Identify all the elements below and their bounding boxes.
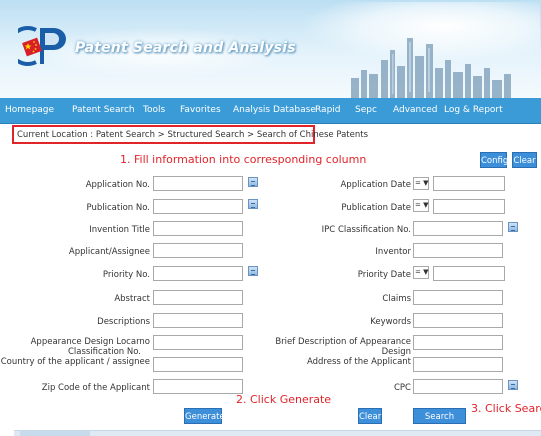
priority-date-operator[interactable]: = ▼ bbox=[413, 266, 429, 279]
priority-date-input[interactable] bbox=[433, 266, 505, 281]
brief-description-input[interactable] bbox=[413, 335, 503, 350]
country-applicant-input[interactable] bbox=[153, 357, 243, 372]
label-address-applicant: Address of the Applicant bbox=[306, 357, 411, 367]
label-abstract: Abstract bbox=[114, 294, 150, 304]
nav-rapid[interactable]: Rapid bbox=[315, 105, 341, 115]
label-invention-title: Invention Title bbox=[89, 225, 150, 235]
address-applicant-input[interactable] bbox=[413, 357, 503, 372]
label-application-no: Application No. bbox=[85, 180, 150, 190]
label-application-date: Application Date bbox=[340, 180, 411, 190]
label-inventor: Inventor bbox=[375, 247, 411, 257]
search-button[interactable]: Search bbox=[413, 408, 466, 424]
label-brief-description: Brief Description of Appearance bbox=[275, 337, 411, 347]
calendar-icon[interactable] bbox=[248, 177, 258, 187]
label-zip-code: Zip Code of the Applicant bbox=[41, 383, 150, 393]
publication-date-operator[interactable]: = ▼ bbox=[413, 199, 429, 212]
breadcrumb: Current Location : Patent Search > Struc… bbox=[12, 125, 368, 144]
label-country-applicant: Country of the applicant / assignee bbox=[0, 357, 150, 367]
nav-tools[interactable]: Tools bbox=[143, 105, 165, 115]
label-brief-description-2: Design bbox=[381, 347, 411, 357]
label-publication-no: Publication No. bbox=[86, 203, 150, 213]
config-button[interactable]: Config bbox=[480, 152, 508, 168]
cpc-input[interactable] bbox=[413, 379, 503, 394]
step-one-annotation: 1. Fill information into corresponding c… bbox=[120, 153, 367, 166]
label-design-locarno: Appearance Design Locarno bbox=[30, 337, 150, 347]
application-date-operator[interactable]: = ▼ bbox=[413, 177, 429, 190]
claims-input[interactable] bbox=[413, 290, 503, 305]
nav-advanced[interactable]: Advanced bbox=[393, 105, 437, 115]
results-panel-header bbox=[14, 430, 541, 436]
calendar-icon[interactable] bbox=[248, 199, 258, 209]
calendar-icon[interactable] bbox=[508, 222, 518, 232]
descriptions-input[interactable] bbox=[153, 313, 243, 328]
label-applicant: Applicant/Assignee bbox=[68, 247, 150, 257]
applicant-input[interactable] bbox=[153, 243, 243, 258]
publication-date-input[interactable] bbox=[433, 199, 505, 214]
step-three-annotation: 3. Click Search bbox=[471, 402, 541, 415]
header-banner: Patent Search and Analysis bbox=[0, 0, 541, 98]
nav-favorites[interactable]: Favorites bbox=[180, 105, 221, 115]
site-logo bbox=[18, 26, 66, 66]
ipc-input[interactable] bbox=[413, 221, 503, 236]
label-priority-no: Priority No. bbox=[102, 270, 150, 280]
nav-analysis-database[interactable]: Analysis Database bbox=[233, 105, 316, 115]
nav-patent-search[interactable]: Patent Search bbox=[72, 105, 135, 115]
inventor-input[interactable] bbox=[413, 243, 503, 258]
abstract-input[interactable] bbox=[153, 290, 243, 305]
zip-code-input[interactable] bbox=[153, 379, 243, 394]
generate-button[interactable]: Generate bbox=[184, 408, 225, 424]
clear-top-button[interactable]: Clear bbox=[512, 152, 537, 168]
nav-log-report[interactable]: Log & Report bbox=[444, 105, 503, 115]
label-cpc: CPC bbox=[394, 383, 411, 393]
results-tab[interactable] bbox=[20, 430, 90, 436]
label-descriptions: Descriptions bbox=[97, 317, 150, 327]
label-priority-date: Priority Date bbox=[357, 270, 411, 280]
label-claims: Claims bbox=[382, 294, 411, 304]
label-keywords: Keywords bbox=[370, 317, 411, 327]
priority-no-input[interactable] bbox=[153, 266, 243, 281]
nav-homepage[interactable]: Homepage bbox=[5, 105, 54, 115]
calendar-icon[interactable] bbox=[508, 380, 518, 390]
invention-title-input[interactable] bbox=[153, 221, 243, 236]
step-two-annotation: 2. Click Generate bbox=[236, 393, 332, 406]
label-design-locarno-2: Classification No. bbox=[67, 347, 141, 357]
design-locarno-input[interactable] bbox=[153, 335, 243, 350]
keywords-input[interactable] bbox=[413, 313, 503, 328]
label-ipc: IPC Classification No. bbox=[321, 225, 411, 235]
city-skyline-image bbox=[351, 38, 511, 98]
site-title: Patent Search and Analysis bbox=[75, 40, 296, 56]
application-no-input[interactable] bbox=[153, 176, 243, 191]
publication-no-input[interactable] bbox=[153, 199, 243, 214]
clear-bottom-button[interactable]: Clear bbox=[358, 408, 382, 424]
calendar-icon[interactable] bbox=[248, 266, 258, 276]
nav-sepc[interactable]: Sepc bbox=[355, 105, 377, 115]
label-publication-date: Publication Date bbox=[341, 203, 411, 213]
main-nav: Homepage Patent Search Tools Favorites A… bbox=[0, 98, 541, 124]
application-date-input[interactable] bbox=[433, 176, 505, 191]
